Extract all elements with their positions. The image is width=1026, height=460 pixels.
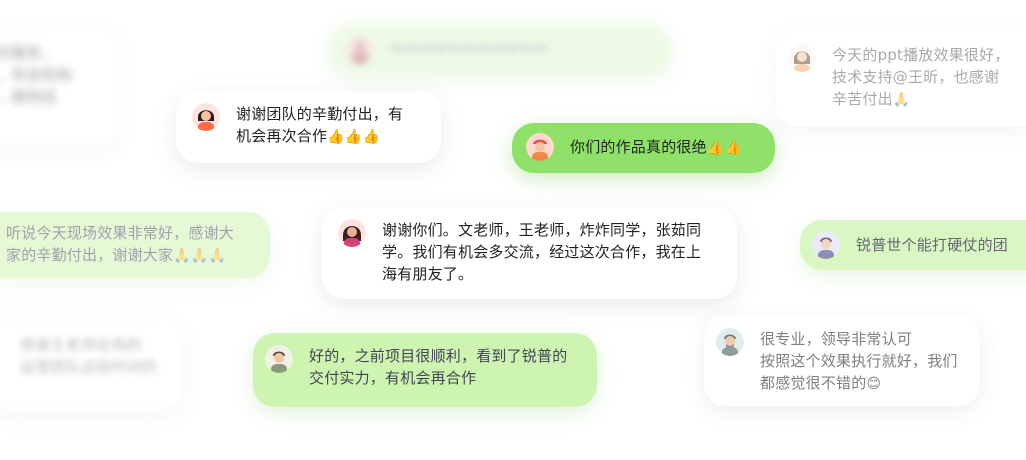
pray-icon: 🙏🙏🙏 <box>173 248 227 264</box>
message-text: 的服务， ，非会机构 ，期待后 <box>0 44 73 106</box>
message-bubble-ppt-feedback: 今天的ppt播放效果很好， 技术支持@王昕，也感谢 辛苦付出🙏 <box>776 30 1026 126</box>
avatar <box>265 345 293 373</box>
smile-icon: 😊 <box>866 376 882 392</box>
message-text: 今天的ppt播放效果很好， 技术支持@王昕，也感谢 辛苦付出🙏 <box>832 46 1010 108</box>
avatar <box>812 231 840 259</box>
message-text: ▬▬▬▬▬▬▬▬▬▬▬ <box>390 38 549 56</box>
thumbs-up-icon: 👍👍 <box>706 140 743 156</box>
message-text: 锐普世个能打硬仗的团 <box>856 236 1009 254</box>
message-bubble-great-work: 你们的作品真的很绝👍👍 <box>512 123 775 173</box>
message-bubble-scene-effect: 听说今天现场效果非常好，感谢大 家的辛勤付出，谢谢大家🙏🙏🙏 <box>0 212 270 278</box>
message-text: 谢谢你们。文老师，王老师，炸炸同学，张茹同 学。我们有机会多交流，经过这次合作，… <box>382 221 702 283</box>
message-bubble-hard-battle: 锐普世个能打硬仗的团 <box>800 220 1026 270</box>
avatar <box>788 44 816 72</box>
message-bubble-left-top: 的服务， ，非会机构 ，期待后 <box>0 28 120 146</box>
message-text: 感谢王老师驻场的 运营团队这段时间的 <box>20 336 157 376</box>
message-bubble-onsite: 感谢王老师驻场的 运营团队这段时间的 <box>0 318 182 410</box>
thumbs-up-icon: 👍👍👍 <box>327 129 381 145</box>
message-text: 谢谢团队的辛勤付出，有 机会再次合作👍👍👍 <box>236 105 404 145</box>
message-text: 听说今天现场效果非常好，感谢大 家的辛勤付出，谢谢大家🙏🙏🙏 <box>6 224 235 264</box>
avatar <box>716 328 744 356</box>
message-text: 好的，之前项目很顺利，看到了锐普的 交付实力，有机会再合作 <box>309 347 568 387</box>
message-bubble-team-thanks: 谢谢团队的辛勤付出，有 机会再次合作👍👍👍 <box>176 91 441 163</box>
message-text: 你们的作品真的很绝👍👍 <box>570 138 743 156</box>
avatar <box>346 36 374 64</box>
avatar <box>338 219 366 247</box>
message-bubble-professional: 很专业，领导非常认可 按照这个效果执行就好，我们 都感觉很不错的😊 <box>704 316 980 406</box>
message-text: 很专业，领导非常认可 按照这个效果执行就好，我们 都感觉很不错的😊 <box>760 330 958 392</box>
message-bubble-top-center: ▬▬▬▬▬▬▬▬▬▬▬ <box>330 24 670 72</box>
message-bubble-smooth-project: 好的，之前项目很顺利，看到了锐普的 交付实力，有机会再合作 <box>253 333 597 407</box>
avatar <box>192 103 220 131</box>
pray-icon: 🙏 <box>892 92 911 108</box>
avatar <box>526 133 554 161</box>
message-bubble-make-friends: 谢谢你们。文老师，王老师，炸炸同学，张茹同 学。我们有机会多交流，经过这次合作，… <box>322 207 737 299</box>
